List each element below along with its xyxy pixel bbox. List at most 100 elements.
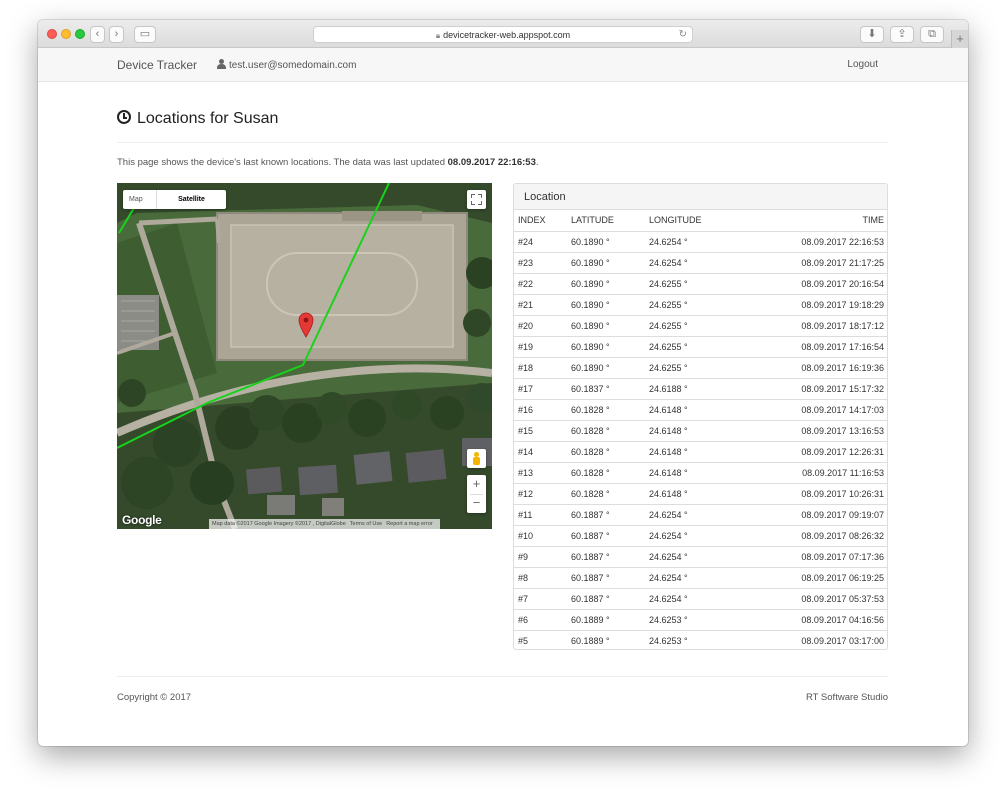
table-row: #18 60.1890 ° 24.6255 ° 08.09.2017 16:19:36 [514,357,887,379]
tabs-overview-button[interactable]: ⧉ [920,26,944,43]
zoom-window-button[interactable] [75,29,85,39]
downloads-button[interactable]: ⬇ [860,26,884,43]
table-row: #20 60.1890 ° 24.6255 ° 08.09.2017 18:17:12 [514,315,887,337]
cell-latitude: 60.1887 ° [567,546,645,568]
cell-latitude: 60.1837 ° [567,378,645,400]
table-row: #7 60.1887 ° 24.6254 ° 08.09.2017 05:37:53 [514,588,887,610]
new-tab-button[interactable]: + [951,30,968,48]
header-divider [117,142,888,143]
cell-time: 08.09.2017 11:16:53 [725,462,887,484]
cell-longitude: 24.6148 ° [645,462,725,484]
table-row: #22 60.1890 ° 24.6255 ° 08.09.2017 20:16:54 [514,273,887,295]
cell-index: #23 [514,252,567,274]
column-header-index: INDEX [514,210,567,232]
download-icon: ⬇ [867,28,877,40]
cell-latitude: 60.1828 ° [567,441,645,463]
column-header-time: TIME [725,210,887,232]
column-header-latitude: LATITUDE [567,210,645,232]
chevron-left-icon: ‹ [95,28,100,40]
zoom-out-button[interactable]: − [467,494,486,513]
cell-index: #15 [514,420,567,442]
address-bar[interactable]: 🔒︎ devicetracker-web.appspot.com ↻ [313,26,693,43]
lock-icon: 🔒︎ [435,31,441,40]
table-row: #9 60.1887 ° 24.6254 ° 08.09.2017 07:17:36 [514,546,887,568]
reload-icon[interactable]: ↻ [679,27,687,43]
cell-time: 08.09.2017 06:19:25 [725,567,887,589]
cell-latitude: 60.1887 ° [567,588,645,610]
logout-link[interactable]: Logout [847,59,878,70]
zoom-in-button[interactable]: + [467,475,486,494]
location-panel: Location INDEX LATITUDE LONGITUDE TIME #… [513,183,888,650]
minimize-window-button[interactable] [61,29,71,39]
cell-latitude: 60.1890 ° [567,315,645,337]
table-row: #21 60.1890 ° 24.6255 ° 08.09.2017 19:18:29 [514,294,887,316]
map-type-satellite-button[interactable]: Satellite [156,190,226,209]
cell-latitude: 60.1887 ° [567,525,645,547]
street-view-pegman-icon[interactable] [467,449,486,468]
last-updated-value: 08.09.2017 22:16:53 [447,157,536,168]
copyright-text: Copyright © 2017 [117,692,192,703]
sidebar-toggle-button[interactable]: ▭ [134,26,156,43]
cell-index: #9 [514,546,567,568]
cell-longitude: 24.6148 ° [645,420,725,442]
table-row: #19 60.1890 ° 24.6255 ° 08.09.2017 17:16:54 [514,336,887,358]
intro-end: . [535,157,539,168]
cell-index: #12 [514,483,567,505]
cell-latitude: 60.1890 ° [567,273,645,295]
terms-link[interactable]: Terms of Use [350,521,382,527]
company-name: RT Software Studio [805,692,888,703]
cell-time: 08.09.2017 09:19:07 [725,504,887,526]
cell-index: #10 [514,525,567,547]
cell-time: 08.09.2017 08:26:32 [725,525,887,547]
cell-latitude: 60.1828 ° [567,399,645,421]
share-icon: ⇪ [897,28,907,40]
browser-window: ‹ › ▭ 🔒︎ devicetracker-web.appspot.com ↻ … [38,20,968,746]
cell-time: 08.09.2017 03:17:00 [801,635,884,646]
attribution-text: Map data ©2017 Google Imagery ©2017 , Di… [212,521,346,527]
table-row: #11 60.1887 ° 24.6254 ° 08.09.2017 09:19:07 [514,504,887,526]
satellite-imagery [117,183,492,529]
forward-button[interactable]: › [109,26,124,43]
fullscreen-icon[interactable] [467,190,486,209]
cell-latitude: 60.1828 ° [567,483,645,505]
cell-index: #22 [514,273,567,295]
map-type-control: Map Satellite [123,190,226,209]
report-error-link[interactable]: Report a map error [386,521,432,527]
table-row: #16 60.1828 ° 24.6148 ° 08.09.2017 14:17:03 [514,399,887,421]
chevron-right-icon: › [114,28,119,40]
cell-time: 08.09.2017 05:37:53 [725,588,887,610]
share-button[interactable]: ⇪ [890,26,914,43]
cell-latitude: 60.1828 ° [567,462,645,484]
url-text: devicetracker-web.appspot.com [443,30,571,40]
cell-longitude: 24.6254 ° [645,588,725,610]
cell-time: 08.09.2017 17:16:54 [725,336,887,358]
map-type-map-button[interactable]: Map [129,196,143,203]
footer-divider [117,676,888,677]
close-window-button[interactable] [47,29,57,39]
sidebar-icon: ▭ [139,28,151,40]
table-header-row: INDEX LATITUDE LONGITUDE TIME [514,210,887,232]
cell-longitude: 24.6255 ° [645,273,725,295]
browser-toolbar: ‹ › ▭ 🔒︎ devicetracker-web.appspot.com ↻ … [38,20,968,48]
user-info: test.user@somedomain.com [217,59,356,71]
user-email: test.user@somedomain.com [229,60,357,71]
cell-index: #24 [514,231,567,253]
cell-longitude: 24.6254 ° [645,252,725,274]
cell-longitude: 24.6255 ° [645,336,725,358]
brand-link[interactable]: Device Tracker [117,58,197,72]
page-title-text: Locations for Susan [137,110,279,127]
table-row: #23 60.1890 ° 24.6254 ° 08.09.2017 21:17:25 [514,252,887,274]
cell-latitude: 60.1889 ° [567,609,645,631]
cell-latitude: 60.1887 ° [567,504,645,526]
location-map[interactable]: Map Satellite + − Google Map data ©2017 … [117,183,492,529]
zoom-control: + − [467,475,486,513]
cell-longitude: 24.6254 ° [645,567,725,589]
cell-index: #13 [514,462,567,484]
cell-index: #14 [514,441,567,463]
back-button[interactable]: ‹ [90,26,105,43]
cell-longitude: 24.6148 ° [645,441,725,463]
cell-time: 08.09.2017 10:26:31 [725,483,887,505]
cell-latitude: 60.1890 ° [567,231,645,253]
cell-latitude: 60.1828 ° [567,420,645,442]
cell-latitude: 60.1890 ° [567,294,645,316]
